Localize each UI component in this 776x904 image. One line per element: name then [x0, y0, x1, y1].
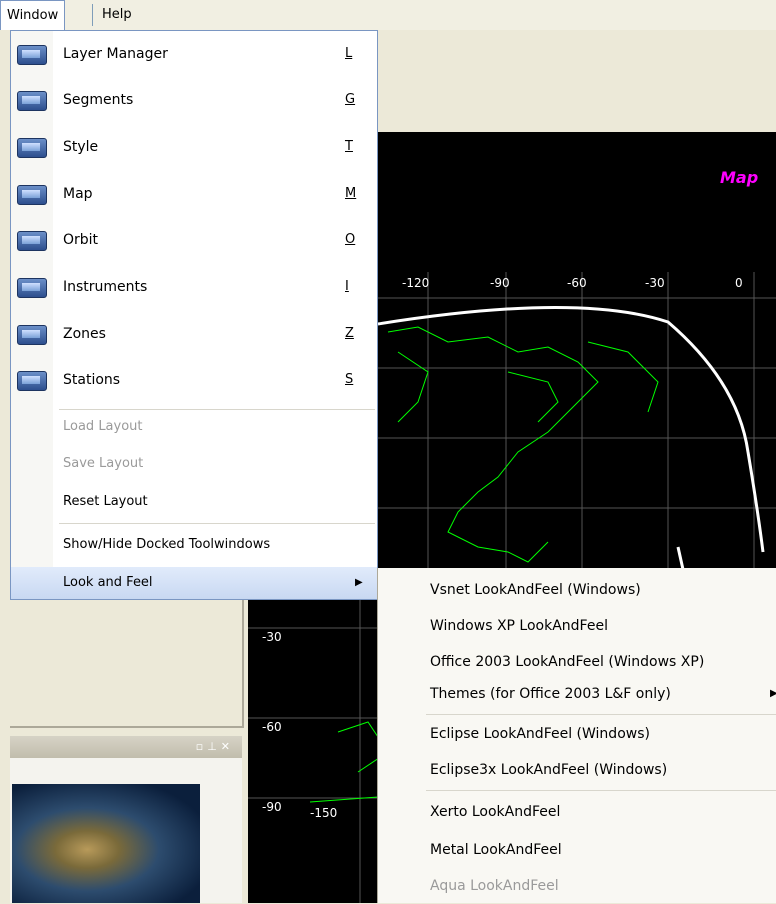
submenu-item-metal[interactable]: Metal LookAndFeel [378, 832, 776, 868]
menu-item-instruments[interactable]: Instruments I [11, 264, 377, 310]
window-icon [17, 91, 47, 111]
submenu-divider [426, 790, 776, 791]
menu-item-style[interactable]: Style T [11, 124, 377, 170]
menu-item-label: Reset Layout [63, 494, 148, 509]
window-menu: Layer Manager L Segments G Style T Map M… [10, 30, 378, 600]
menu-item-label: Look and Feel [63, 575, 153, 590]
submenu-item-vsnet[interactable]: Vsnet LookAndFeel (Windows) [378, 572, 776, 608]
shortcut-key: T [345, 139, 353, 154]
menu-item-label: Save Layout [63, 456, 144, 471]
dock-window-controls[interactable]: ▫⊥✕ [196, 740, 234, 753]
shortcut-key: S [345, 372, 354, 387]
x-tick-bottom: -150 [310, 806, 338, 820]
submenu-divider [426, 714, 776, 715]
submenu-item-label: Eclipse LookAndFeel (Windows) [430, 726, 650, 742]
shortcut-key: Z [345, 326, 354, 341]
x-tick: -90 [490, 276, 510, 290]
menu-item-label: Layer Manager [63, 46, 168, 62]
menu-item-map[interactable]: Map M [11, 171, 377, 217]
menu-item-zones[interactable]: Zones Z [11, 311, 377, 357]
submenu-item-label: Xerto LookAndFeel [430, 804, 561, 820]
submenu-item-label: Vsnet LookAndFeel (Windows) [430, 582, 641, 598]
submenu-item-label: Aqua LookAndFeel [430, 878, 559, 894]
x-tick: 0 [735, 276, 743, 290]
menu-item-save-layout: Save Layout [11, 445, 377, 483]
menu-item-look-and-feel[interactable]: Look and Feel ▶ [11, 567, 377, 599]
submenu-item-eclipse3x[interactable]: Eclipse3x LookAndFeel (Windows) [378, 752, 776, 788]
window-icon [17, 325, 47, 345]
window-icon [17, 371, 47, 391]
x-tick: -60 [567, 276, 587, 290]
window-icon [17, 45, 47, 65]
submenu-arrow-icon: ▶ [770, 688, 776, 699]
menu-item-label: Segments [63, 92, 134, 108]
shortcut-key: O [345, 232, 356, 247]
menu-window[interactable]: Window [0, 0, 66, 30]
shortcut-key: I [345, 279, 349, 294]
y-tick: -60 [262, 720, 282, 734]
menu-item-layer-manager[interactable]: Layer Manager L [11, 31, 377, 77]
submenu-item-label: Office 2003 LookAndFeel (Windows XP) [430, 654, 705, 670]
map-title: Map [720, 168, 759, 187]
menu-item-label: Map [63, 186, 93, 202]
submenu-item-aqua: Aqua LookAndFeel [378, 868, 776, 904]
dock-header: ▫⊥✕ [10, 736, 242, 758]
submenu-item-label: Windows XP LookAndFeel [430, 618, 608, 634]
menu-item-stations[interactable]: Stations S [11, 357, 377, 403]
window-icon [17, 278, 47, 298]
submenu-item-label: Metal LookAndFeel [430, 842, 562, 858]
menu-item-label: Orbit [63, 232, 99, 248]
menu-item-label: Zones [63, 326, 106, 342]
menu-divider [59, 523, 375, 524]
menubar-separator [92, 4, 93, 26]
menu-item-show-hide-toolwindows[interactable]: Show/Hide Docked Toolwindows [11, 525, 377, 565]
earth-thumbnail [12, 784, 200, 903]
menu-bar: Window Help [0, 0, 776, 30]
menu-item-label: Style [63, 139, 99, 155]
shortcut-key: M [345, 186, 357, 201]
look-and-feel-submenu: Vsnet LookAndFeel (Windows) Windows XP L… [377, 568, 776, 903]
submenu-item-label: Themes (for Office 2003 L&F only) [430, 686, 671, 702]
x-tick: -120 [402, 276, 430, 290]
submenu-item-label: Eclipse3x LookAndFeel (Windows) [430, 762, 668, 778]
shortcut-key: L [345, 46, 353, 61]
submenu-item-eclipse[interactable]: Eclipse LookAndFeel (Windows) [378, 716, 776, 752]
window-icon [17, 185, 47, 205]
menu-item-label: Instruments [63, 279, 148, 295]
menu-help[interactable]: Help [96, 0, 138, 30]
menu-item-reset-layout[interactable]: Reset Layout [11, 483, 377, 521]
y-tick: -30 [262, 630, 282, 644]
submenu-item-themes[interactable]: Themes (for Office 2003 L&F only) ▶ [378, 676, 776, 712]
menu-item-load-layout: Load Layout [11, 407, 377, 447]
shortcut-key: G [345, 92, 356, 107]
submenu-arrow-icon: ▶ [355, 577, 363, 588]
submenu-item-office-2003[interactable]: Office 2003 LookAndFeel (Windows XP) [378, 644, 776, 680]
menu-item-orbit[interactable]: Orbit O [11, 217, 377, 263]
x-tick: -30 [645, 276, 665, 290]
menu-item-label: Show/Hide Docked Toolwindows [63, 537, 271, 552]
y-tick: -90 [262, 800, 282, 814]
inner-panel [10, 598, 244, 728]
submenu-item-xerto[interactable]: Xerto LookAndFeel [378, 794, 776, 830]
menu-item-segments[interactable]: Segments G [11, 77, 377, 123]
menu-item-label: Stations [63, 372, 121, 388]
submenu-item-windows-xp[interactable]: Windows XP LookAndFeel [378, 608, 776, 644]
menu-item-label: Load Layout [63, 419, 143, 434]
window-icon [17, 138, 47, 158]
window-icon [17, 231, 47, 251]
